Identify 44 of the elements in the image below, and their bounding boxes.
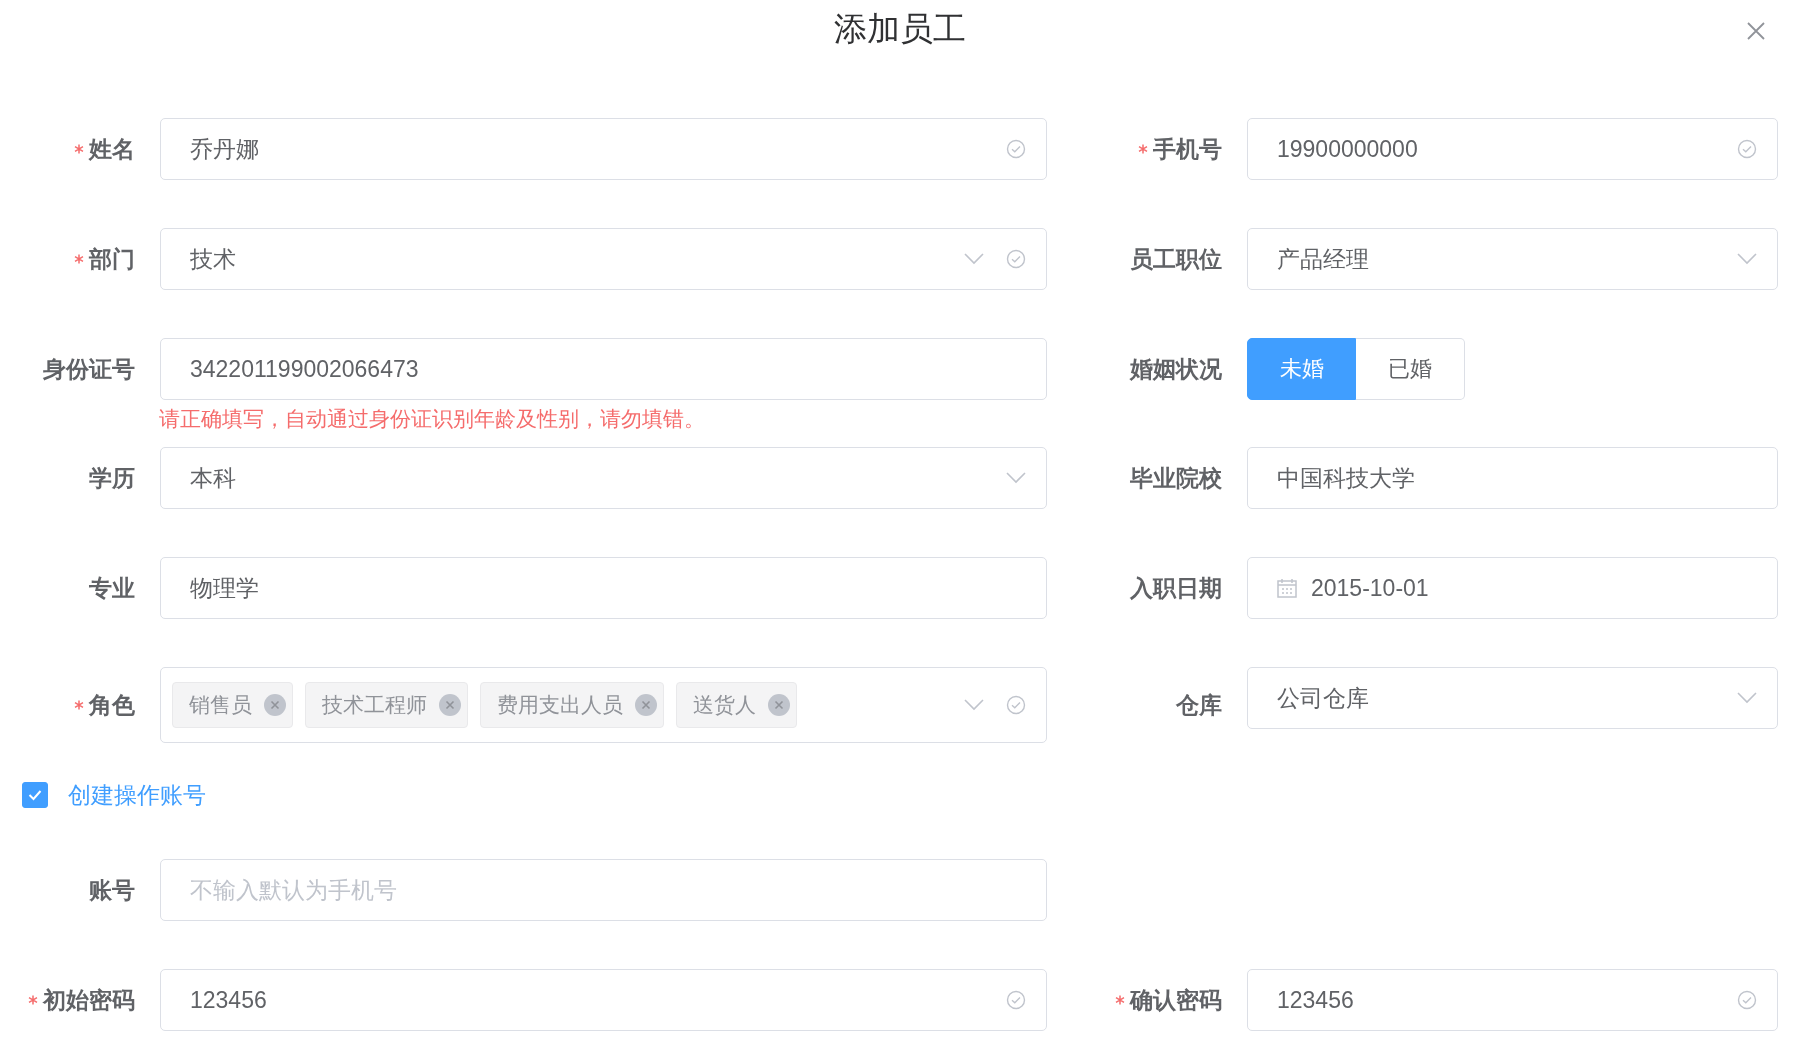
radio-button[interactable]: 已婚 <box>1356 338 1465 400</box>
checkbox[interactable] <box>22 782 48 808</box>
calendar-icon <box>1277 578 1297 598</box>
hint-text: 请正确填写，自动通过身份证识别年龄及性别，请勿填错。 <box>159 406 706 432</box>
input-field[interactable]: 中国科技大学 <box>1247 447 1778 509</box>
field-label: 入职日期 <box>1130 573 1222 603</box>
field-label: 姓名 <box>89 134 135 164</box>
remove-icon[interactable] <box>439 694 461 716</box>
date-field[interactable]: 2015-10-01 <box>1247 557 1778 619</box>
field-label: 身份证号 <box>43 354 135 384</box>
dropdown-field[interactable]: 公司仓库 <box>1247 667 1778 729</box>
checkmark-icon <box>28 789 42 801</box>
input-field[interactable]: 不输入默认为手机号 <box>160 859 1047 921</box>
chevron-down-icon <box>964 699 984 711</box>
dropdown-field[interactable]: 本科 <box>160 447 1047 509</box>
field-label: 仓库 <box>1176 690 1222 720</box>
remove-icon[interactable] <box>768 694 790 716</box>
field-label: 账号 <box>89 875 135 905</box>
field-label: 确认密码 <box>1130 985 1222 1015</box>
dropdown-field[interactable]: 产品经理 <box>1247 228 1778 290</box>
input-field[interactable]: 123456 <box>160 969 1047 1031</box>
remove-icon[interactable] <box>635 694 657 716</box>
field-label: 手机号 <box>1153 134 1222 164</box>
dialog-title: 添加员工 <box>834 11 966 49</box>
close-icon <box>1746 21 1766 41</box>
chevron-down-icon <box>1006 472 1026 484</box>
field-label: 专业 <box>89 573 135 603</box>
field-label: 婚姻状况 <box>1130 354 1222 384</box>
chevron-down-icon <box>1737 253 1757 265</box>
input-field[interactable]: 物理学 <box>160 557 1047 619</box>
input-field[interactable]: 乔丹娜 <box>160 118 1047 180</box>
input-field[interactable]: 342201199002066473 <box>160 338 1047 400</box>
chevron-down-icon <box>964 253 984 265</box>
field-label: 学历 <box>89 463 135 493</box>
field-label: 角色 <box>89 690 135 720</box>
input-field[interactable]: 19900000000 <box>1247 118 1778 180</box>
chevron-down-icon <box>1737 692 1757 704</box>
field-label: 员工职位 <box>1130 244 1222 274</box>
input-field[interactable]: 123456 <box>1247 969 1778 1031</box>
field-label: 初始密码 <box>43 985 135 1015</box>
dropdown-field[interactable]: 技术 <box>160 228 1047 290</box>
remove-icon[interactable] <box>264 694 286 716</box>
field-label: 毕业院校 <box>1130 463 1222 493</box>
field-label: 部门 <box>89 244 135 274</box>
